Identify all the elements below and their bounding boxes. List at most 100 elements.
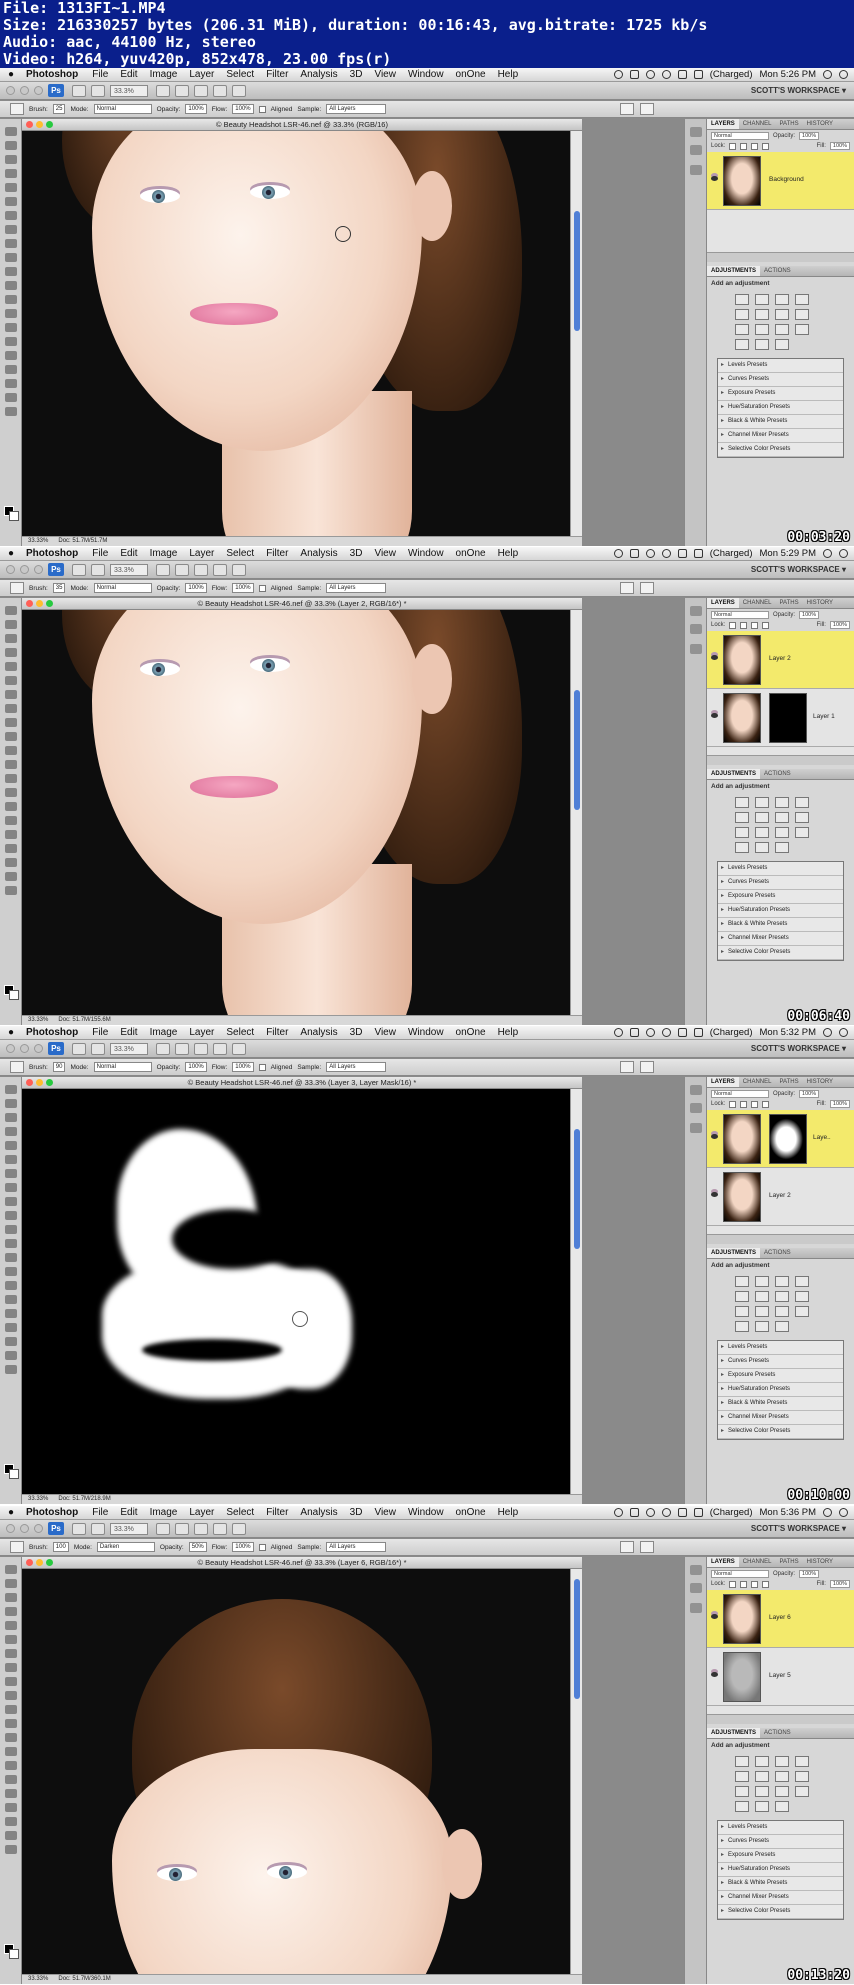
tab-layers[interactable]: LAYERS [707,119,739,129]
history-panel-icon[interactable] [690,1085,702,1095]
zoom-level-select[interactable]: 33.3% [110,1522,148,1535]
brush-tool-icon[interactable] [5,1183,17,1192]
clone-source-panel-icon[interactable] [690,1123,702,1133]
opacity-field[interactable]: 100% [185,104,207,114]
doc-close-icon[interactable] [26,1559,33,1566]
exposure-adjustment-icon[interactable] [795,1276,809,1287]
doc-close-icon[interactable] [26,600,33,607]
zoom-tool-button[interactable] [175,84,189,97]
posterize-adjustment-icon[interactable] [795,1786,809,1797]
history-brush-tool-icon[interactable] [5,1211,17,1220]
gradient-tool-icon[interactable] [5,760,17,769]
layer-row[interactable]: Laye.. [707,1110,854,1168]
levels-adjustment-icon[interactable] [755,294,769,305]
adjustment-preset-item[interactable]: Exposure Presets [718,1849,843,1863]
lock-all-icon[interactable] [762,142,770,150]
layer-thumbnail[interactable] [723,156,761,206]
black-white-adjustment-icon[interactable] [795,1771,809,1782]
zoom-tool-button[interactable] [175,1522,189,1535]
status-zoom[interactable]: 33.33% [28,537,48,546]
layer-blend-mode-select[interactable]: Normal [711,132,769,140]
photo-filter-adjustment-icon[interactable] [735,324,749,335]
lock-position-icon[interactable] [751,1580,759,1588]
layer-opacity-field[interactable]: 100% [799,1090,820,1098]
hue-saturation-adjustment-icon[interactable] [755,309,769,320]
spot-heal-tool-icon[interactable] [5,211,17,220]
adjustment-preset-item[interactable]: Hue/Saturation Presets [718,401,843,415]
status-zoom[interactable]: 33.33% [28,1495,48,1504]
clone-stamp-tool-icon[interactable] [5,1197,17,1206]
wifi-icon[interactable] [661,1028,671,1037]
background-color-swatch[interactable] [9,1469,19,1479]
screen-mode-button[interactable] [232,1522,246,1535]
menu-image[interactable]: Image [144,1027,184,1038]
crop-tool-icon[interactable] [5,1141,17,1150]
invert-adjustment-icon[interactable] [775,1786,789,1797]
dodge-tool-icon[interactable] [5,295,17,304]
crop-tool-icon[interactable] [5,1621,17,1630]
menu-layer[interactable]: Layer [183,1507,220,1518]
quick-select-tool-icon[interactable] [5,1127,17,1136]
color-balance-adjustment-icon[interactable] [775,309,789,320]
user-icon[interactable] [823,1508,832,1517]
zoom-tool-button[interactable] [175,563,189,576]
clone-source-icon[interactable] [620,1541,634,1553]
menu-analysis[interactable]: Analysis [294,548,343,559]
hand-tool-button[interactable] [156,1522,170,1535]
zoom-level-select[interactable]: 33.3% [110,563,148,576]
eraser-tool-icon[interactable] [5,267,17,276]
brightness-contrast-adjustment-icon[interactable] [735,797,749,808]
bluetooth-icon[interactable] [645,1508,655,1517]
display-icon[interactable] [629,1028,639,1037]
3d-rotate-tool-icon[interactable] [5,1323,17,1332]
hand-tool-icon[interactable] [5,393,17,402]
adjustment-preset-item[interactable]: Selective Color Presets [718,946,843,960]
zoom-tool-icon[interactable] [5,1365,17,1374]
levels-adjustment-icon[interactable] [755,1756,769,1767]
arrange-documents-button[interactable] [213,563,227,576]
shape-tool-icon[interactable] [5,1309,17,1318]
close-window-icon[interactable] [6,565,15,574]
3d-orbit-tool-icon[interactable] [5,1337,17,1346]
eraser-tool-icon[interactable] [5,1225,17,1234]
volume-icon[interactable] [677,1508,687,1517]
layer-row[interactable]: Layer 2 [707,1168,854,1226]
gradient-tool-icon[interactable] [5,1239,17,1248]
user-icon[interactable] [823,549,832,558]
invert-adjustment-icon[interactable] [775,827,789,838]
actions-panel-icon[interactable] [690,624,702,634]
hand-tool-icon[interactable] [5,872,17,881]
flow-field[interactable]: 100% [232,1062,254,1072]
lock-transparency-icon[interactable] [729,621,737,629]
black-white-adjustment-icon[interactable] [795,812,809,823]
tool-preset-picker[interactable] [10,1541,24,1553]
posterize-adjustment-icon[interactable] [795,1306,809,1317]
menu-file[interactable]: File [86,1027,114,1038]
tab-layers[interactable]: LAYERS [707,1557,739,1567]
posterize-adjustment-icon[interactable] [795,324,809,335]
quick-select-tool-icon[interactable] [5,169,17,178]
channel-mixer-adjustment-icon[interactable] [755,324,769,335]
lock-pixels-icon[interactable] [740,1100,748,1108]
dodge-tool-icon[interactable] [5,1733,17,1742]
eyedropper-tool-icon[interactable] [5,676,17,685]
hand-tool-button[interactable] [156,563,170,576]
marquee-tool-icon[interactable] [5,141,17,150]
menu-help[interactable]: Help [492,548,525,559]
tab-actions[interactable]: ACTIONS [760,1728,795,1738]
actions-panel-icon[interactable] [690,1583,702,1593]
type-tool-icon[interactable] [5,1761,17,1770]
pen-tool-icon[interactable] [5,309,17,318]
lock-all-icon[interactable] [762,621,770,629]
actions-panel-icon[interactable] [690,145,702,155]
sample-select[interactable]: All Layers [326,104,387,114]
black-white-adjustment-icon[interactable] [795,309,809,320]
arrange-documents-button[interactable] [213,84,227,97]
spotlight-search-icon[interactable] [839,70,848,79]
adjustment-preset-item[interactable]: Levels Presets [718,1821,843,1835]
view-extras-button[interactable] [91,84,105,97]
doc-zoom-icon[interactable] [46,600,53,607]
visibility-eye-icon[interactable] [711,1672,736,1686]
brush-size-picker[interactable]: 90 [52,1062,66,1072]
airbrush-toggle-icon[interactable] [640,103,654,115]
